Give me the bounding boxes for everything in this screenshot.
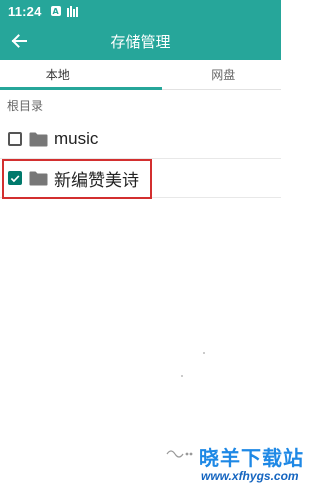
- tab-local[interactable]: 本地: [0, 60, 116, 89]
- bookshelf-icon: [66, 5, 78, 17]
- folder-icon: [29, 132, 48, 147]
- notification-a-icon: A: [50, 6, 61, 16]
- list-item[interactable]: music: [0, 120, 281, 159]
- arrow-left-icon: [11, 34, 27, 48]
- decorative-dot: [181, 375, 183, 377]
- page-title: 存储管理: [110, 33, 171, 51]
- app-bar: 存储管理: [0, 22, 281, 60]
- watermark: 晓羊下载站 www.xfhygs.com: [165, 442, 303, 492]
- tab-cloud[interactable]: 网盘: [116, 60, 282, 89]
- watermark-logo-icon: [166, 450, 193, 458]
- path-label: 根目录: [7, 99, 44, 113]
- back-button[interactable]: [0, 22, 38, 60]
- decorative-dot: [203, 352, 205, 354]
- watermark-text: 晓羊下载站: [199, 448, 304, 470]
- status-bar: 11:24 A: [0, 0, 281, 22]
- item-name: music: [54, 129, 99, 148]
- watermark-url: www.xfhygs.com: [201, 469, 299, 483]
- tab-indicator: [0, 87, 162, 90]
- status-icons: A: [50, 5, 78, 17]
- highlight-box: [2, 159, 152, 199]
- status-time: 11:24: [8, 3, 42, 19]
- checkbox[interactable]: [8, 132, 22, 146]
- tab-bar: 本地 网盘: [0, 60, 281, 90]
